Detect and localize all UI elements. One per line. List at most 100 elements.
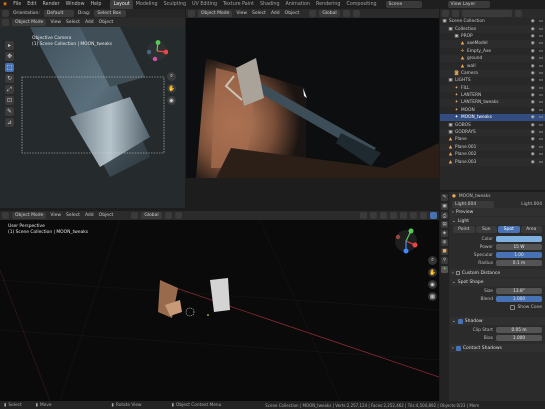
editor-type-icon[interactable] bbox=[2, 212, 9, 219]
render-camera-icon[interactable]: ▭ bbox=[539, 71, 543, 76]
outliner-row[interactable]: ▣ Scene Collection ◉ ▭ bbox=[440, 18, 545, 25]
cursor-tool-icon[interactable]: ▸ bbox=[5, 41, 14, 50]
menu-object[interactable]: Object bbox=[98, 213, 115, 218]
navigation-gizmo[interactable] bbox=[146, 40, 168, 62]
menu-add[interactable]: Add bbox=[84, 20, 95, 25]
outliner-row[interactable]: ▣ Collection ◉ ▭ bbox=[440, 25, 545, 33]
shading-solid-icon[interactable] bbox=[410, 212, 417, 219]
visibility-eye-icon[interactable]: ◉ bbox=[531, 86, 535, 91]
xray-toggle-icon[interactable] bbox=[390, 212, 397, 219]
render-camera-icon[interactable]: ▭ bbox=[539, 64, 543, 69]
workspace-tab-shading[interactable]: Shading bbox=[257, 0, 283, 9]
snap-icon[interactable] bbox=[352, 10, 360, 17]
workspace-tab-uv-editing[interactable]: UV Editing bbox=[189, 0, 220, 9]
visibility-eye-icon[interactable]: ◉ bbox=[531, 137, 535, 142]
workspace-tab-layout[interactable]: Layout bbox=[110, 0, 133, 9]
outliner-row[interactable]: ▲ wall ◉ ▭ bbox=[440, 62, 545, 69]
outliner-row[interactable]: ▲ axeModel ◉ ▭ bbox=[440, 40, 545, 48]
pan-hand-icon[interactable]: ✋ bbox=[167, 84, 176, 93]
outliner-row[interactable]: ◙ Camera ◉ ▭ bbox=[440, 69, 545, 78]
outliner-row[interactable]: ▲ Plane.001 ◉ ▭ bbox=[440, 143, 545, 152]
light-data-tab-icon[interactable]: ✦ bbox=[441, 266, 448, 273]
outliner-row[interactable]: ▣ LIGHTS ◉ ▭ bbox=[440, 77, 545, 84]
custom-distance-section-header[interactable]: › Custom Distance bbox=[450, 269, 545, 277]
editor-type-icon[interactable] bbox=[442, 10, 449, 17]
visibility-icon[interactable] bbox=[360, 212, 367, 219]
outliner-row[interactable]: ▣ PROP ◉ ▭ bbox=[440, 33, 545, 40]
show-cone-checkbox[interactable] bbox=[509, 304, 515, 310]
perspective-toggle-icon[interactable]: ▦ bbox=[428, 292, 437, 301]
pan-hand-icon[interactable]: ✋ bbox=[428, 268, 437, 277]
view-layer-tab-icon[interactable]: ▤ bbox=[441, 221, 448, 228]
visibility-eye-icon[interactable]: ◉ bbox=[531, 64, 535, 69]
zoom-icon[interactable]: ⌕ bbox=[428, 256, 437, 265]
rotate-tool-icon[interactable]: ↻ bbox=[5, 74, 14, 83]
visibility-eye-icon[interactable]: ◉ bbox=[531, 100, 535, 105]
menu-select[interactable]: Select bbox=[251, 11, 267, 16]
annotate-tool-icon[interactable]: ✎ bbox=[5, 107, 14, 116]
visibility-eye-icon[interactable]: ◉ bbox=[531, 49, 535, 54]
workspace-tab-compositing[interactable]: Compositing bbox=[343, 0, 379, 9]
bias-field[interactable]: 1.000 bbox=[496, 335, 542, 341]
menu-view[interactable]: View bbox=[49, 213, 62, 218]
outliner-row[interactable]: ✛ Empty_Axe ◉ ▭ bbox=[440, 48, 545, 55]
select-box-tool-icon[interactable]: ⬚ bbox=[5, 63, 14, 72]
transform-tool-icon[interactable]: ⊡ bbox=[5, 96, 14, 105]
scene-selector[interactable]: Scene bbox=[385, 1, 422, 8]
orientation-dropdown[interactable]: Default bbox=[43, 10, 74, 17]
transform-orientation-dropdown[interactable]: Global bbox=[141, 212, 162, 219]
shadow-checkbox[interactable] bbox=[457, 318, 463, 324]
render-camera-icon[interactable]: ▭ bbox=[539, 19, 543, 24]
output-tab-icon[interactable]: ⎙ bbox=[441, 212, 448, 219]
scene-tab-icon[interactable]: ◈ bbox=[441, 230, 448, 237]
outliner-row[interactable]: ▲ Plane.002 ◉ ▭ bbox=[440, 151, 545, 158]
viewport-render[interactable] bbox=[186, 18, 439, 178]
radius-field[interactable]: 0.1 m bbox=[496, 260, 542, 266]
render-camera-icon[interactable]: ▭ bbox=[539, 34, 543, 39]
render-camera-icon[interactable]: ▭ bbox=[539, 49, 543, 54]
display-mode-icon[interactable] bbox=[452, 10, 459, 17]
shading-rendered-icon[interactable] bbox=[430, 212, 437, 219]
visibility-eye-icon[interactable]: ◉ bbox=[531, 160, 535, 165]
world-tab-icon[interactable]: ◍ bbox=[441, 239, 448, 246]
pivot-icon[interactable] bbox=[164, 212, 172, 219]
tool-tab-icon[interactable]: ✎ bbox=[441, 194, 448, 201]
editor-type-icon[interactable] bbox=[2, 19, 9, 26]
size-field[interactable]: 13.8° bbox=[496, 288, 542, 294]
outliner-row[interactable]: ▣ GODRAYS ◉ ▭ bbox=[440, 128, 545, 137]
constraints-tab-icon[interactable]: ⚲ bbox=[441, 257, 448, 264]
camera-view-icon[interactable]: ◉ bbox=[428, 280, 437, 289]
editor-type-icon[interactable] bbox=[188, 10, 195, 17]
render-camera-icon[interactable]: ▭ bbox=[539, 152, 543, 157]
outliner-row[interactable]: ▲ Plane.003 ◉ ▭ bbox=[440, 158, 545, 166]
render-camera-icon[interactable]: ▭ bbox=[539, 41, 543, 46]
object-tab-icon[interactable]: ■ bbox=[441, 248, 448, 255]
light-type-spot[interactable]: Spot bbox=[498, 226, 520, 233]
render-camera-icon[interactable]: ▭ bbox=[539, 123, 543, 128]
outliner-search-input[interactable] bbox=[462, 10, 512, 17]
render-camera-icon[interactable]: ▭ bbox=[539, 137, 543, 142]
power-field[interactable]: 15 W bbox=[496, 244, 542, 250]
menu-select[interactable]: Select bbox=[65, 213, 81, 218]
camera-view-icon[interactable]: ◉ bbox=[167, 96, 176, 105]
visibility-eye-icon[interactable]: ◉ bbox=[531, 71, 535, 76]
drag-dropdown[interactable]: Select Box bbox=[94, 10, 127, 17]
render-camera-icon[interactable]: ▭ bbox=[539, 78, 543, 83]
render-camera-icon[interactable]: ▭ bbox=[539, 130, 543, 135]
light-type-area[interactable]: Area bbox=[520, 226, 542, 233]
visibility-eye-icon[interactable]: ◉ bbox=[531, 56, 535, 61]
workspace-tab-animation[interactable]: Animation bbox=[283, 0, 313, 9]
outliner-row[interactable]: ✦ MOON_tweaks ◉ ▭ bbox=[440, 114, 545, 122]
visibility-eye-icon[interactable]: ◉ bbox=[531, 145, 535, 150]
menu-select[interactable]: Select bbox=[65, 20, 81, 25]
move-tool-icon[interactable]: ✥ bbox=[5, 52, 14, 61]
visibility-eye-icon[interactable]: ◉ bbox=[531, 152, 535, 157]
clip-start-field[interactable]: 0.05 m bbox=[496, 327, 542, 333]
outliner-row[interactable]: ✦ LANTERN_tweaks ◉ ▭ bbox=[440, 99, 545, 107]
render-camera-icon[interactable]: ▭ bbox=[539, 86, 543, 91]
visibility-eye-icon[interactable]: ◉ bbox=[531, 34, 535, 39]
filter-icon[interactable] bbox=[515, 10, 522, 17]
menu-file[interactable]: File bbox=[10, 0, 24, 9]
render-camera-icon[interactable]: ▭ bbox=[539, 27, 543, 32]
menu-edit[interactable]: Edit bbox=[24, 0, 39, 9]
